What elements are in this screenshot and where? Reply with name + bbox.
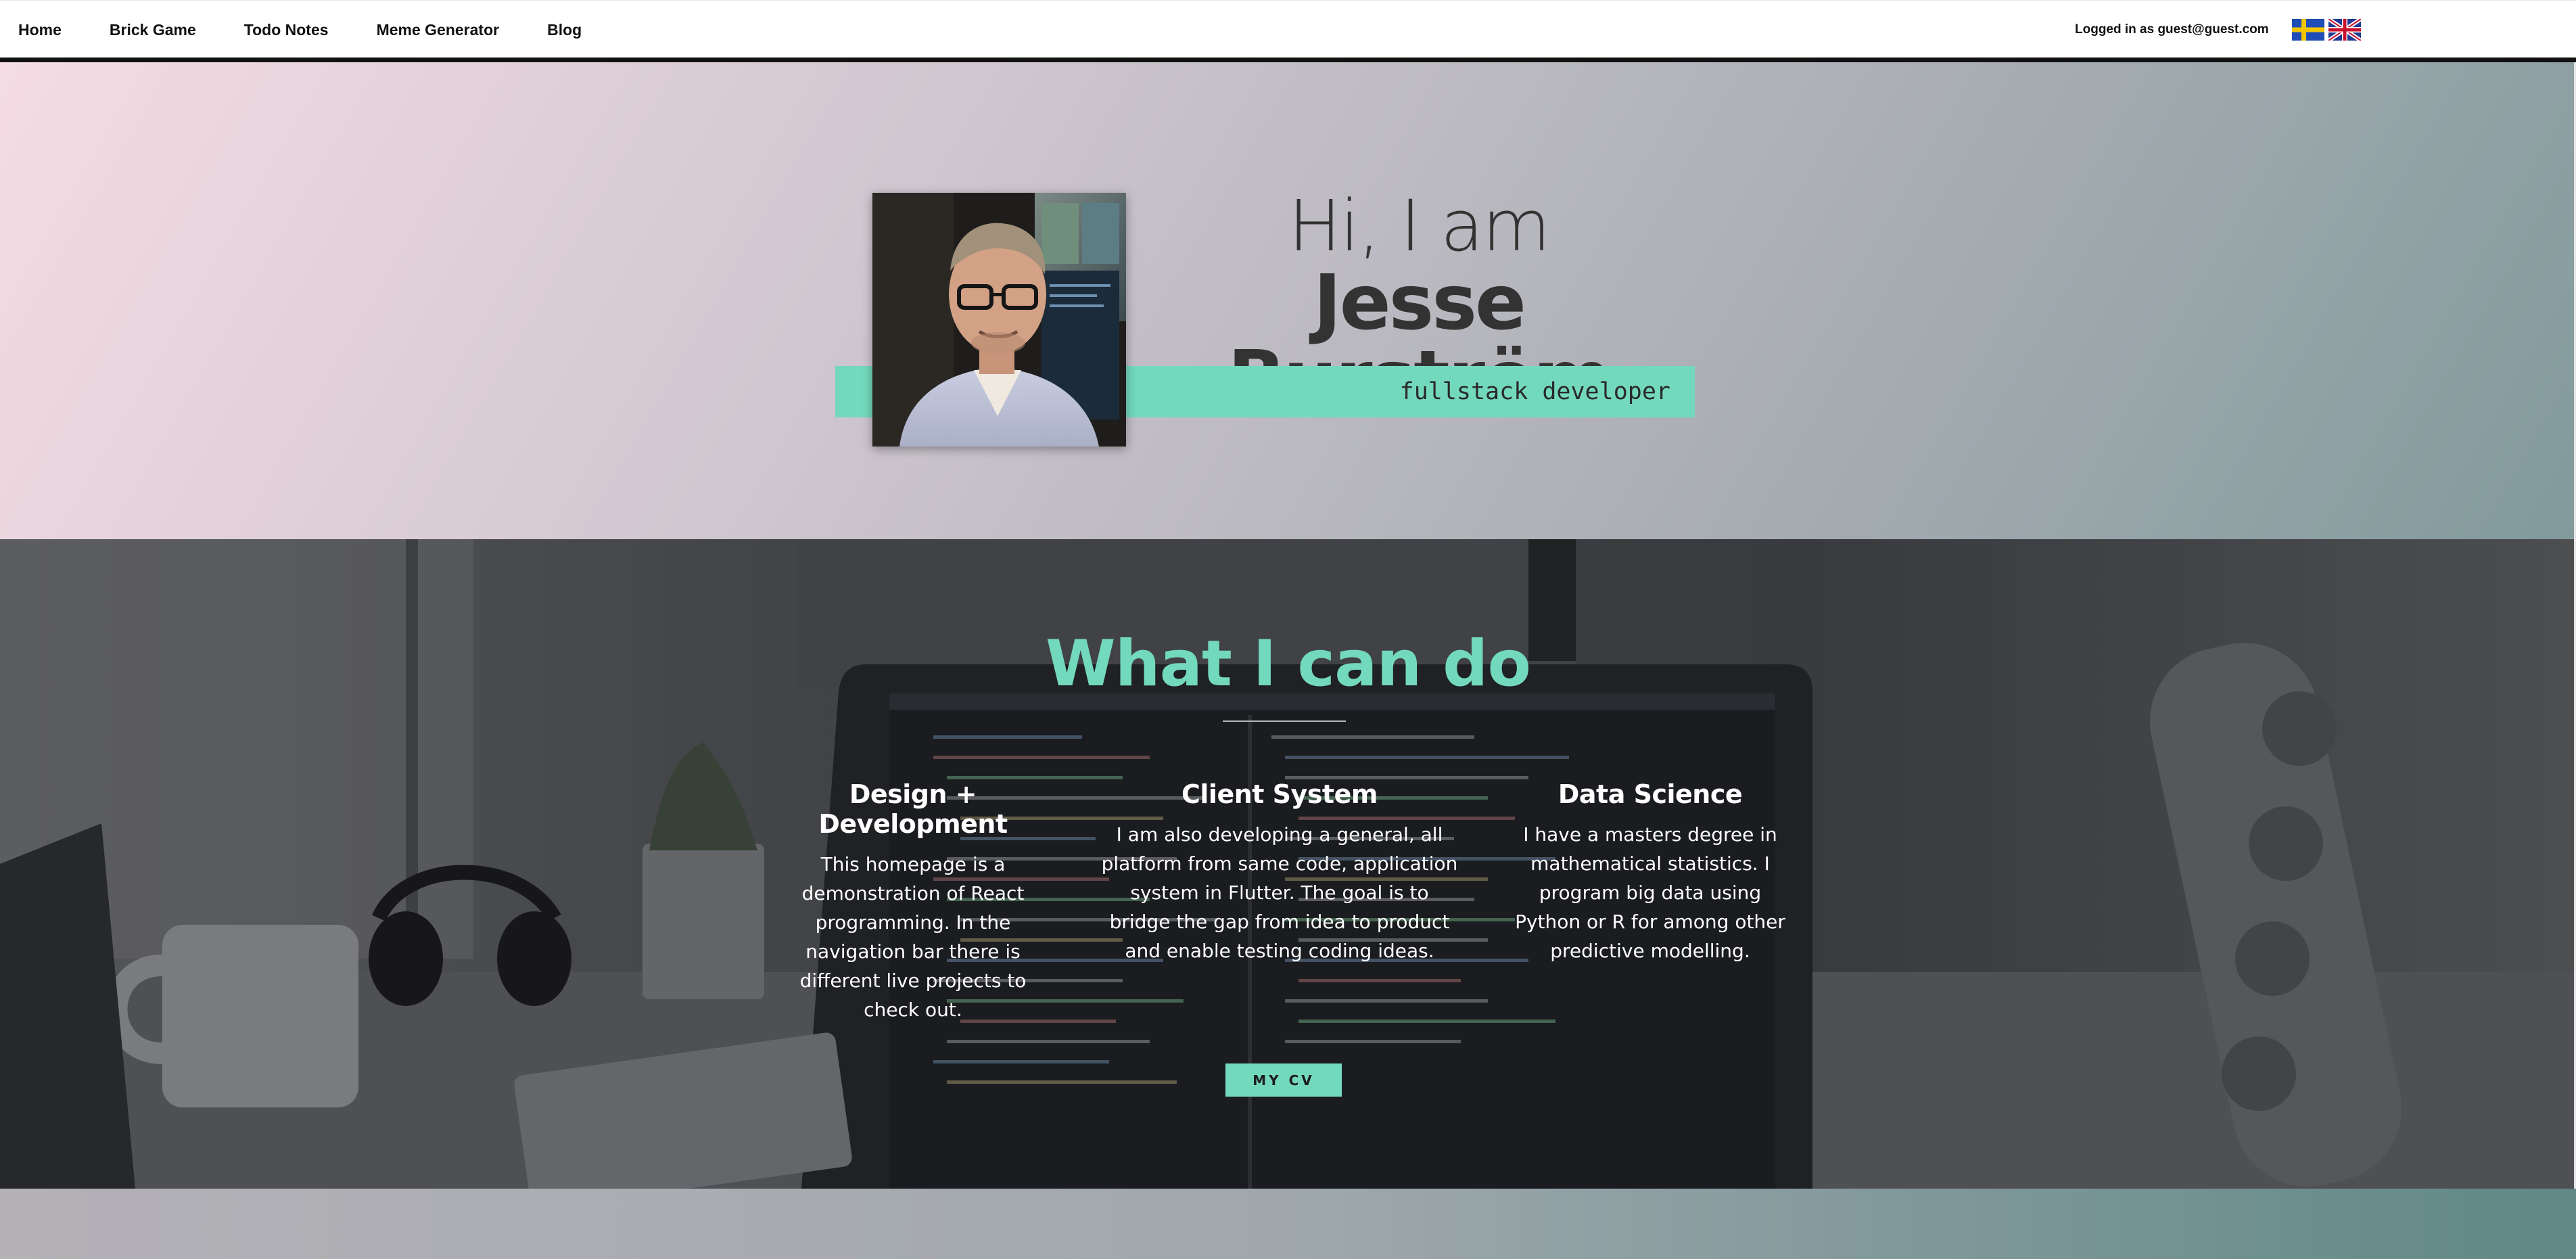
role-text: fullstack developer: [1399, 378, 1670, 405]
nav-link-blog[interactable]: Blog: [547, 21, 582, 39]
nav-links: Home Brick Game Todo Notes Meme Generato…: [0, 1, 611, 59]
hero-greeting: Hi, I am: [1288, 185, 1551, 267]
nav-link-meme-generator[interactable]: Meme Generator: [377, 21, 500, 39]
skill-heading: Client System: [1181, 779, 1378, 809]
swedish-flag-icon[interactable]: [2291, 19, 2324, 41]
nav-link-todo-notes[interactable]: Todo Notes: [244, 21, 329, 39]
skill-heading: Data Science: [1558, 779, 1743, 809]
skill-column-data-science: Data Science I have a masters degree in …: [1498, 779, 1802, 965]
nav-link-brick-game[interactable]: Brick Game: [110, 21, 196, 39]
next-section-preview: [0, 1189, 2576, 1259]
profile-photo: [872, 193, 1126, 447]
skills-section: What I can do Design + Development This …: [0, 539, 2576, 1189]
skill-column-client: Client System I am also developing a gen…: [1090, 779, 1469, 965]
uk-flag-icon[interactable]: [2327, 17, 2362, 43]
skill-description: This homepage is a demonstration of Reac…: [799, 853, 1027, 1021]
my-cv-button[interactable]: MY CV: [1225, 1063, 1342, 1097]
heading-divider: [1223, 720, 1346, 722]
skill-heading: Design + Development: [818, 779, 1008, 839]
skill-column-design: Design + Development This homepage is a …: [764, 779, 1062, 1024]
skill-description: I have a masters degree in mathematical …: [1515, 823, 1785, 962]
skills-heading: What I can do: [1045, 627, 1531, 701]
nav-user-area: Logged in as guest@guest.com: [2075, 1, 2365, 59]
nav-link-home[interactable]: Home: [18, 21, 62, 39]
navbar: Home Brick Game Todo Notes Meme Generato…: [0, 0, 2576, 62]
hero-section: fullstack developer Hi, I am Jesse: [0, 62, 2576, 539]
skill-description: I am also developing a general, all plat…: [1101, 823, 1458, 962]
login-status: Logged in as guest@guest.com: [2075, 22, 2269, 37]
